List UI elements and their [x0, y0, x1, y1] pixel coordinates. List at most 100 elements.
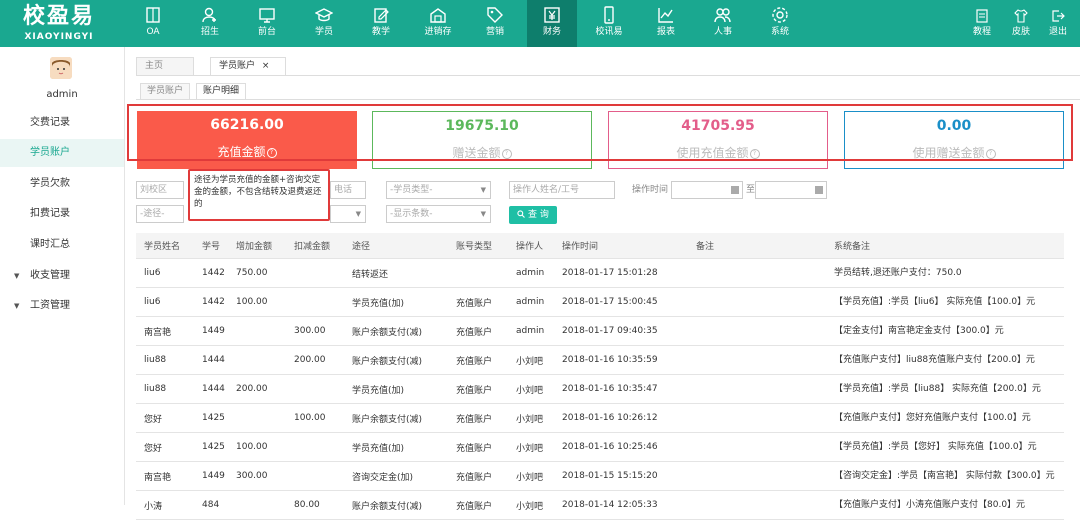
table-row[interactable]: 小涛 484 80.00 账户余额支付(减) 充值账户 小刘吧 2018-01-14 12:…: [136, 490, 1064, 520]
sidebar: admin 交费记录 学员账户 学员欠款 扣费记录 课时汇总 ▼ 收支管理 ▼ 工资…: [0, 47, 125, 505]
nav-item-inventory[interactable]: 进销存: [413, 0, 463, 47]
tutorial-label: 教程: [972, 27, 991, 37]
student-type-select[interactable]: -学员类型- ▼: [386, 181, 491, 199]
nav-item-marketing[interactable]: 营销: [470, 0, 520, 47]
table-cell: 南宫艳: [136, 461, 194, 491]
nav-item-school-message[interactable]: 校讯易: [584, 0, 634, 47]
page-tab-bar: 主页 学员账户 ×: [136, 55, 1080, 76]
tab-close-icon[interactable]: ×: [262, 61, 270, 71]
avatar[interactable]: [50, 57, 72, 79]
column-header[interactable]: 途径: [344, 233, 448, 259]
nav-item-system[interactable]: 系统: [755, 0, 805, 47]
student-type-value: -学员类型-: [390, 185, 433, 195]
table-row[interactable]: liu6 1442 750.00 结转返还 admin 2018-01-17 15:01:…: [136, 258, 1064, 288]
table-cell: 小刘吧: [508, 345, 554, 375]
end-date-input[interactable]: [755, 181, 827, 199]
table-cell: 2018-01-16 10:35:47: [554, 374, 688, 404]
skin-label: 皮肤: [1011, 27, 1030, 37]
tag-icon: [487, 7, 503, 23]
display-count-value: -显示条数-: [390, 209, 433, 219]
start-date-input[interactable]: [671, 181, 743, 199]
table-cell: 学员充值(加): [344, 432, 448, 462]
column-header[interactable]: 操作时间: [554, 233, 688, 259]
tab-home[interactable]: 主页: [136, 57, 194, 75]
table-cell: [688, 287, 826, 317]
column-header[interactable]: 学号: [194, 233, 228, 259]
route-select[interactable]: -途径-: [136, 205, 184, 223]
nav-item-teaching[interactable]: 教学: [356, 0, 406, 47]
brand-logo[interactable]: 校盈易 XIAOYINGYI: [0, 0, 118, 47]
table-cell: 2018-01-16 10:25:46: [554, 432, 688, 462]
chart-icon: [658, 8, 673, 23]
calendar-icon[interactable]: [731, 186, 739, 194]
sidebar-item-payment-records[interactable]: 交费记录: [0, 109, 124, 137]
logout-icon: [1052, 10, 1065, 22]
table-cell: 2018-01-15 15:15:20: [554, 461, 688, 491]
sidebar-item-income-expense[interactable]: ▼ 收支管理: [0, 262, 124, 290]
operator-search-input[interactable]: 操作人姓名/工号: [509, 181, 615, 199]
nav-item-oa[interactable]: OA: [128, 0, 178, 47]
table-cell: 【定金支付】南宫艳定金支付【300.0】元: [826, 316, 1064, 346]
table-cell: 750.00: [228, 258, 286, 288]
gear-icon: [772, 7, 788, 23]
recharge-amount-tooltip: 途径为学员充值的金额+咨询交定金的金额，不包含结转及退费返还的: [188, 169, 330, 221]
search-icon: [517, 210, 526, 218]
display-count-select[interactable]: -显示条数- ▼: [386, 205, 491, 223]
sidebar-item-student-accounts[interactable]: 学员账户: [0, 139, 124, 167]
table-cell: 1449: [194, 461, 228, 491]
logout-label: 退出: [1048, 27, 1067, 37]
nav-item-students[interactable]: 学员: [299, 0, 349, 47]
table-cell: [286, 258, 344, 288]
subtab-account-details[interactable]: 账户明细: [196, 83, 247, 99]
table-cell: [228, 403, 286, 433]
logout-button[interactable]: 退出: [1041, 0, 1075, 47]
table-cell: 1444: [194, 374, 228, 404]
search-button[interactable]: 查 询: [509, 206, 557, 224]
nav-label: 营销: [485, 27, 504, 37]
tab-label: 学员账户: [219, 61, 256, 71]
calendar-icon[interactable]: [815, 186, 823, 194]
table-cell: 小刘吧: [508, 403, 554, 433]
column-header[interactable]: 操作人: [508, 233, 554, 259]
nav-label: OA: [146, 27, 160, 37]
nav-item-front-desk[interactable]: 前台: [242, 0, 292, 47]
table-cell: 1442: [194, 258, 228, 288]
sidebar-item-student-arrears[interactable]: 学员欠款: [0, 170, 124, 198]
table-cell: 小刘吧: [508, 490, 554, 520]
tab-student-accounts[interactable]: 学员账户 ×: [210, 57, 286, 75]
nav-item-enrollment[interactable]: 招生: [185, 0, 235, 47]
subtab-student-accounts[interactable]: 学员账户: [140, 83, 191, 99]
sidebar-item-class-hours-summary[interactable]: 课时汇总: [0, 231, 124, 259]
column-header[interactable]: 系统备注: [826, 233, 1064, 259]
username: admin: [46, 89, 78, 100]
column-header[interactable]: 学员姓名: [136, 233, 194, 259]
nav-item-finance[interactable]: 财务: [527, 0, 577, 47]
sidebar-item-deduction-records[interactable]: 扣费记录: [0, 200, 124, 228]
table-row[interactable]: 您好 1425 100.00 学员充值(加) 充值账户 小刘吧 2018-01-16 10:…: [136, 432, 1064, 462]
table-cell: 充值账户: [448, 287, 508, 317]
route-extra-select[interactable]: ▼: [330, 205, 366, 223]
skin-button[interactable]: 皮肤: [1004, 0, 1038, 47]
phone-input[interactable]: 电话: [330, 181, 366, 199]
column-header[interactable]: 增加金额: [228, 233, 286, 259]
table-row[interactable]: 南宫艳 1449 300.00 账户余额支付(减) 充值账户 admin 2018-01-1…: [136, 316, 1064, 346]
book-icon: [146, 7, 160, 23]
phone-placeholder: 电话: [334, 185, 353, 195]
operation-time-label: 操作时间: [632, 185, 669, 195]
column-header[interactable]: 备注: [688, 233, 826, 259]
sidebar-item-salary[interactable]: ▼ 工资管理: [0, 292, 124, 320]
column-header[interactable]: 账号类型: [448, 233, 508, 259]
table-row[interactable]: liu88 1444 200.00 学员充值(加) 充值账户 小刘吧 2018-01-16 …: [136, 374, 1064, 404]
table-row[interactable]: 南宫艳 1449 300.00 咨询交定金(加) 充值账户 小刘吧 2018-01-15 1…: [136, 461, 1064, 491]
user-add-icon: [202, 7, 216, 23]
tutorial-button[interactable]: 教程: [965, 0, 999, 47]
nav-item-hr[interactable]: 人事: [698, 0, 748, 47]
nav-item-reports[interactable]: 报表: [641, 0, 691, 47]
campus-select[interactable]: 刘校区: [136, 181, 184, 199]
table-cell: 充值账户: [448, 461, 508, 491]
table-row[interactable]: 您好 1425 100.00 账户余额支付(减) 充值账户 小刘吧 2018-01-16 1…: [136, 403, 1064, 433]
table-row[interactable]: liu6 1442 100.00 学员充值(加) 充值账户 admin 2018-01-17…: [136, 287, 1064, 317]
table-row[interactable]: liu88 1444 200.00 账户余额支付(减) 充值账户 小刘吧 2018-01-1…: [136, 345, 1064, 375]
phone-icon: [604, 6, 614, 24]
column-header[interactable]: 扣减金额: [286, 233, 344, 259]
